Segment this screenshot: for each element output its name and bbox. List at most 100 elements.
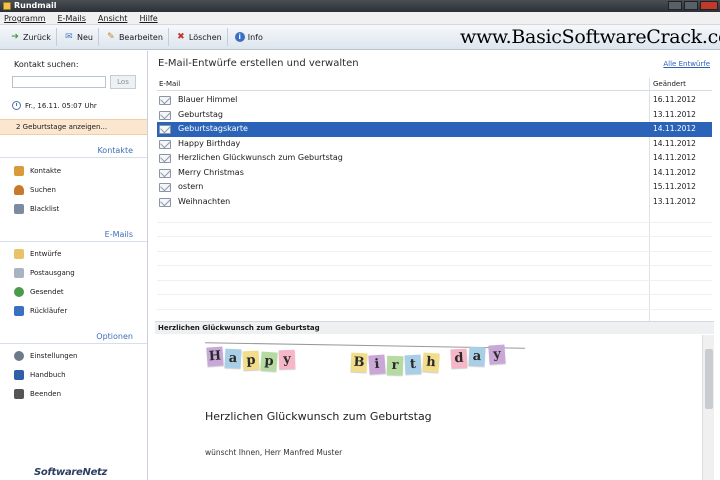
sidebar-item-label: Beenden bbox=[30, 390, 62, 398]
clock-icon bbox=[12, 101, 21, 110]
new-label: Neu bbox=[76, 32, 93, 42]
maximize-button[interactable] bbox=[684, 1, 698, 10]
draft-date: 14.11.2012 bbox=[653, 138, 696, 148]
banner-flag: y bbox=[278, 349, 296, 370]
sidebar-item-settings[interactable]: Einstellungen bbox=[14, 351, 77, 361]
banner-flag: B bbox=[350, 352, 368, 373]
sidebar-item-outbox[interactable]: Postausgang bbox=[14, 268, 75, 278]
menu-hilfe[interactable]: Hilfe bbox=[139, 12, 157, 24]
contact-search-label: Kontakt suchen: bbox=[14, 60, 79, 69]
returns-icon bbox=[14, 306, 24, 316]
table-row[interactable]: ostern 15.11.2012 bbox=[157, 180, 712, 195]
drafts-icon bbox=[14, 249, 24, 259]
sidebar-item-label: Postausgang bbox=[30, 269, 75, 277]
date-time-display: Fr., 16.11. 05:07 Uhr bbox=[12, 101, 97, 110]
table-row-selected[interactable]: Geburtstagskarte 14.11.2012 bbox=[157, 122, 712, 137]
search-person-icon bbox=[14, 185, 24, 195]
envelope-icon bbox=[159, 183, 171, 192]
envelope-icon bbox=[159, 110, 171, 120]
delete-label: Löschen bbox=[188, 32, 222, 42]
table-header: E-Mail Geändert bbox=[157, 78, 712, 323]
preview-header: Herzlichen Glückwunsch zum Geburtstag bbox=[155, 321, 714, 334]
sidebar: Kontakt suchen: Los Fr., 16.11. 05:07 Uh… bbox=[0, 51, 148, 480]
sidebar-item-label: Suchen bbox=[30, 186, 56, 194]
date-time-text: Fr., 16.11. 05:07 Uhr bbox=[25, 101, 97, 110]
new-button[interactable]: ✉ Neu bbox=[59, 28, 99, 46]
sent-icon bbox=[14, 287, 24, 297]
back-button[interactable]: ➔ Zurück bbox=[5, 28, 57, 46]
preview-greeting: Herzlichen Glückwunsch zum Geburtstag bbox=[205, 410, 432, 423]
sidebar-item-label: Einstellungen bbox=[30, 352, 78, 360]
sidebar-item-manual[interactable]: Handbuch bbox=[14, 370, 66, 380]
preview-scrollbar[interactable] bbox=[702, 335, 714, 480]
back-label: Zurück bbox=[23, 32, 51, 42]
close-button[interactable] bbox=[700, 1, 718, 10]
column-header-changed[interactable]: Geändert bbox=[653, 78, 686, 91]
edit-button[interactable]: ✎ Bearbeiten bbox=[101, 28, 169, 46]
table-row[interactable]: Weihnachten 13.11.2012 bbox=[157, 195, 712, 210]
sidebar-item-search[interactable]: Suchen bbox=[14, 185, 56, 195]
draft-name: Merry Christmas bbox=[178, 167, 244, 177]
birthday-notice-link[interactable]: 2 Geburtstage anzeigen... bbox=[0, 119, 147, 135]
blacklist-icon bbox=[14, 204, 24, 214]
table-row[interactable]: Herzlichen Glückwunsch zum Geburtstag 14… bbox=[157, 151, 712, 166]
draft-name: Geburtstagskarte bbox=[178, 124, 248, 133]
banner-flag: d bbox=[450, 348, 468, 369]
menu-bar: Programm E-Mails Ansicht Hilfe bbox=[0, 12, 720, 25]
info-button[interactable]: i Info bbox=[230, 28, 268, 46]
app-icon bbox=[3, 2, 11, 10]
banner-flag: p bbox=[260, 351, 278, 372]
sidebar-item-exit[interactable]: Beenden bbox=[14, 389, 61, 399]
empty-rows bbox=[157, 208, 712, 310]
scrollbar-thumb[interactable] bbox=[705, 349, 713, 409]
back-arrow-icon: ➔ bbox=[11, 32, 19, 42]
all-drafts-link[interactable]: Alle Entwürfe bbox=[663, 60, 710, 68]
draft-name: Blauer Himmel bbox=[178, 95, 238, 104]
table-row[interactable]: Geburtstag 13.11.2012 bbox=[157, 108, 712, 123]
draft-name: Weihnachten bbox=[178, 196, 231, 206]
menu-emails[interactable]: E-Mails bbox=[58, 12, 86, 24]
column-header-email[interactable]: E-Mail bbox=[159, 78, 180, 91]
sidebar-item-contacts[interactable]: Kontakte bbox=[14, 166, 61, 176]
watermark-text: www.BasicSoftwareCrack.com bbox=[460, 26, 720, 48]
banner-flag: H bbox=[206, 346, 224, 367]
draft-name: ostern bbox=[178, 182, 204, 191]
menu-ansicht[interactable]: Ansicht bbox=[98, 12, 128, 24]
banner-flag: t bbox=[404, 354, 422, 375]
envelope-icon bbox=[159, 154, 171, 163]
table-row[interactable]: Merry Christmas 14.11.2012 bbox=[157, 166, 712, 181]
info-icon: i bbox=[234, 32, 245, 42]
table-row[interactable]: Happy Birthday 14.11.2012 bbox=[157, 137, 712, 152]
sidebar-item-returns[interactable]: Rückläufer bbox=[14, 306, 67, 316]
banner-flag: p bbox=[242, 350, 260, 371]
exit-icon bbox=[14, 389, 24, 399]
draft-name: Happy Birthday bbox=[178, 138, 241, 148]
sidebar-item-label: Handbuch bbox=[30, 371, 66, 379]
contact-search-input[interactable] bbox=[12, 76, 106, 88]
draft-date: 13.11.2012 bbox=[653, 196, 696, 206]
draft-date: 14.11.2012 bbox=[653, 124, 696, 133]
table-row[interactable]: Blauer Himmel 16.11.2012 bbox=[157, 93, 712, 108]
banner-flag: a bbox=[468, 346, 486, 367]
window-controls bbox=[668, 1, 718, 10]
settings-gear-icon bbox=[14, 351, 24, 361]
new-mail-icon: ✉ bbox=[65, 32, 73, 42]
title-bar: Rundmail bbox=[0, 0, 720, 12]
search-go-button[interactable]: Los bbox=[110, 75, 136, 89]
manual-book-icon bbox=[14, 370, 24, 380]
delete-icon: ✖ bbox=[177, 32, 185, 42]
sidebar-item-blacklist[interactable]: Blacklist bbox=[14, 204, 59, 214]
minimize-button[interactable] bbox=[668, 1, 682, 10]
delete-button[interactable]: ✖ Löschen bbox=[171, 28, 228, 46]
main-panel: E-Mail-Entwürfe erstellen und verwalten … bbox=[149, 51, 720, 480]
contacts-icon bbox=[14, 166, 24, 176]
menu-programm[interactable]: Programm bbox=[4, 12, 46, 24]
preview-body-text: wünscht Ihnen, Herr Manfred Muster bbox=[205, 448, 343, 457]
banner-flag: i bbox=[368, 354, 386, 375]
page-title: E-Mail-Entwürfe erstellen und verwalten bbox=[158, 58, 359, 69]
sidebar-item-drafts[interactable]: Entwürfe bbox=[14, 249, 61, 259]
sidebar-item-label: Kontakte bbox=[30, 167, 62, 175]
envelope-icon bbox=[159, 168, 171, 178]
draft-date: 14.11.2012 bbox=[653, 153, 696, 162]
sidebar-item-sent[interactable]: Gesendet bbox=[14, 287, 64, 297]
